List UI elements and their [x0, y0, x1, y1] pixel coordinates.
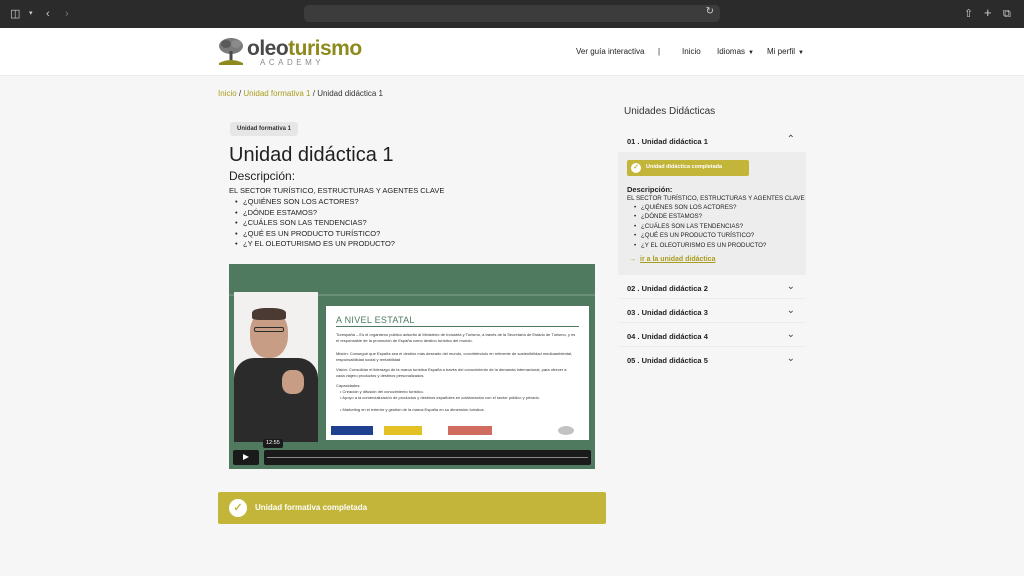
- government-logo: [384, 426, 422, 435]
- new-tab-icon[interactable]: +: [984, 5, 992, 21]
- site-header: oleoturismo ACADEMY Ver guía interactiva…: [0, 28, 1024, 76]
- site-logo[interactable]: oleoturismo ACADEMY: [217, 37, 362, 69]
- list-item: ¿DÓNDE ESTAMOS?: [634, 212, 766, 222]
- chevron-down-icon[interactable]: ▾: [29, 6, 33, 22]
- browser-toolbar: ◫ ▾ ‹ › ↻ ⇧ + ⧉: [0, 0, 1024, 28]
- slide-title: A NIVEL ESTATAL: [336, 315, 415, 325]
- page-title: Unidad didáctica 1: [229, 144, 394, 166]
- accordion-item-3[interactable]: 03 . Unidad didáctica 3 ⌄: [618, 301, 806, 323]
- panel-description-label: Descripción:: [627, 185, 673, 194]
- video-time: 12:55: [263, 439, 283, 448]
- panel-description-heading: EL SECTOR TURÍSTICO, ESTRUCTURAS Y AGENT…: [627, 195, 805, 202]
- chevron-down-icon: ⌄: [786, 329, 795, 340]
- arrow-right-icon: →: [629, 256, 636, 263]
- logo-text-turismo: turismo: [288, 37, 362, 60]
- breadcrumb-unit[interactable]: Unidad formativa 1: [243, 89, 310, 98]
- accordion-item-5[interactable]: 05 . Unidad didáctica 5 ⌄: [618, 349, 806, 371]
- accordion-item-2[interactable]: 02 . Unidad didáctica 2 ⌄: [618, 277, 806, 299]
- breadcrumb: Inicio / Unidad formativa 1 / Unidad did…: [218, 89, 383, 98]
- logo-text-oleo: oleo: [247, 37, 289, 60]
- slide-bullet: • Apoyo a la comercialización de product…: [340, 395, 540, 400]
- accordion-label: 05 . Unidad didáctica 5: [627, 356, 708, 365]
- oep-logo: [558, 426, 574, 435]
- nav-profile-label: Mi perfil: [767, 47, 796, 56]
- nav-languages-dropdown[interactable]: Idiomas ▼: [717, 47, 754, 56]
- unit-pill: Unidad formativa 1: [230, 122, 299, 136]
- nav-guide-link[interactable]: Ver guía interactiva: [576, 47, 644, 56]
- address-bar[interactable]: ↻: [304, 5, 720, 22]
- logo-subtitle: ACADEMY: [260, 58, 325, 67]
- accordion-label: 04 . Unidad didáctica 4: [627, 332, 708, 341]
- slide-divider: [336, 326, 579, 327]
- list-item: ¿QUÉ ES UN PRODUCTO TURÍSTICO?: [634, 231, 766, 241]
- caret-down-icon: ▼: [798, 50, 804, 56]
- video-controls: 12:55: [233, 439, 591, 465]
- eu-logo: [331, 426, 373, 435]
- nav-home-link[interactable]: Inicio: [682, 47, 701, 56]
- list-item: ¿QUIÉNES SON LOS ACTORES?: [235, 197, 395, 208]
- unit-completed-badge: ✓ Unidad didáctica completada: [627, 160, 749, 176]
- list-item: ¿QUÉ ES UN PRODUCTO TURÍSTICO?: [235, 229, 395, 240]
- forward-icon[interactable]: ›: [65, 6, 69, 22]
- slide-bullet: • Creación y difusión del conocimiento t…: [340, 389, 424, 394]
- tabs-overview-icon[interactable]: ⧉: [1003, 6, 1011, 22]
- breadcrumb-current: Unidad didáctica 1: [317, 89, 384, 98]
- back-icon[interactable]: ‹: [46, 6, 50, 22]
- slide-paragraph: Visión: Consolidar el liderazgo de la ma…: [336, 367, 567, 378]
- accordion-label: 03 . Unidad didáctica 3: [627, 308, 708, 317]
- description-list: ¿QUIÉNES SON LOS ACTORES? ¿DÓNDE ESTAMOS…: [235, 197, 395, 250]
- unit-completed-banner: ✓ Unidad formativa completada: [218, 492, 606, 524]
- panel-description-list: ¿QUIÉNES SON LOS ACTORES? ¿DÓNDE ESTAMOS…: [634, 203, 766, 251]
- badge-text: Unidad didáctica completada: [646, 164, 723, 170]
- list-item: ¿CUÁLES SON LAS TENDENCIAS?: [235, 218, 395, 229]
- check-icon: ✓: [631, 163, 641, 173]
- nav-languages-label: Idiomas: [717, 47, 746, 56]
- accordion-label: 02 . Unidad didáctica 2: [627, 284, 708, 293]
- caret-down-icon: ▼: [748, 50, 754, 56]
- video-player[interactable]: A NIVEL ESTATAL Turespaña – Es el organi…: [229, 264, 595, 469]
- slide-bullet: • Marketing en el exterior y gestión de …: [340, 407, 485, 412]
- olive-tree-icon: [219, 38, 243, 65]
- presentation-slide: A NIVEL ESTATAL Turespaña – Es el organi…: [326, 306, 589, 440]
- accordion-item-4[interactable]: 04 . Unidad didáctica 4 ⌄: [618, 325, 806, 347]
- chevron-down-icon: ⌄: [786, 305, 795, 316]
- go-to-unit-link-label: ir a la unidad didáctica: [640, 256, 716, 263]
- share-icon[interactable]: ⇧: [964, 6, 973, 22]
- accordion-item-1[interactable]: 01 . Unidad didáctica 1 ⌃: [618, 130, 806, 152]
- check-icon: ✓: [229, 499, 247, 517]
- list-item: ¿CUÁLES SON LAS TENDENCIAS?: [634, 222, 766, 232]
- slide-paragraph: Capacidades:: [336, 383, 361, 388]
- sidebar-title: Unidades Didácticas: [624, 106, 716, 117]
- list-item: ¿QUIÉNES SON LOS ACTORES?: [634, 203, 766, 213]
- accordion-label: 01 . Unidad didáctica 1: [627, 137, 708, 146]
- reload-icon[interactable]: ↻: [706, 6, 714, 17]
- list-item: ¿DÓNDE ESTAMOS?: [235, 208, 395, 219]
- unit-completed-text: Unidad formativa completada: [255, 503, 368, 512]
- list-item: ¿Y EL OLEOTURISMO ES UN PRODUCTO?: [235, 239, 395, 250]
- presenter-image: [234, 292, 318, 442]
- slide-paragraph: Misión: Conseguir que España sea el dest…: [336, 351, 573, 362]
- video-progress-bar[interactable]: [264, 450, 591, 465]
- chevron-up-icon: ⌃: [786, 134, 795, 145]
- chevron-down-icon: ⌄: [786, 281, 795, 292]
- list-item: ¿Y EL OLEOTURISMO ES UN PRODUCTO?: [634, 241, 766, 251]
- description-heading: EL SECTOR TURÍSTICO, ESTRUCTURAS Y AGENT…: [229, 186, 445, 195]
- nav-profile-dropdown[interactable]: Mi perfil ▼: [767, 47, 804, 56]
- recovery-plan-logo: [448, 426, 492, 435]
- breadcrumb-home[interactable]: Inicio: [218, 89, 237, 98]
- description-label: Descripción:: [229, 169, 296, 183]
- nav-separator: |: [658, 47, 661, 56]
- accordion-panel-1: ✓ Unidad didáctica completada Descripció…: [618, 152, 806, 275]
- chevron-down-icon: ⌄: [786, 353, 795, 364]
- sidebar-toggle-icon[interactable]: ◫: [10, 6, 20, 22]
- play-icon: [243, 454, 249, 460]
- go-to-unit-link[interactable]: → ir a la unidad didáctica: [629, 256, 715, 263]
- slide-paragraph: Turespaña – Es el organismo público adsc…: [336, 332, 576, 343]
- play-button[interactable]: [233, 450, 259, 465]
